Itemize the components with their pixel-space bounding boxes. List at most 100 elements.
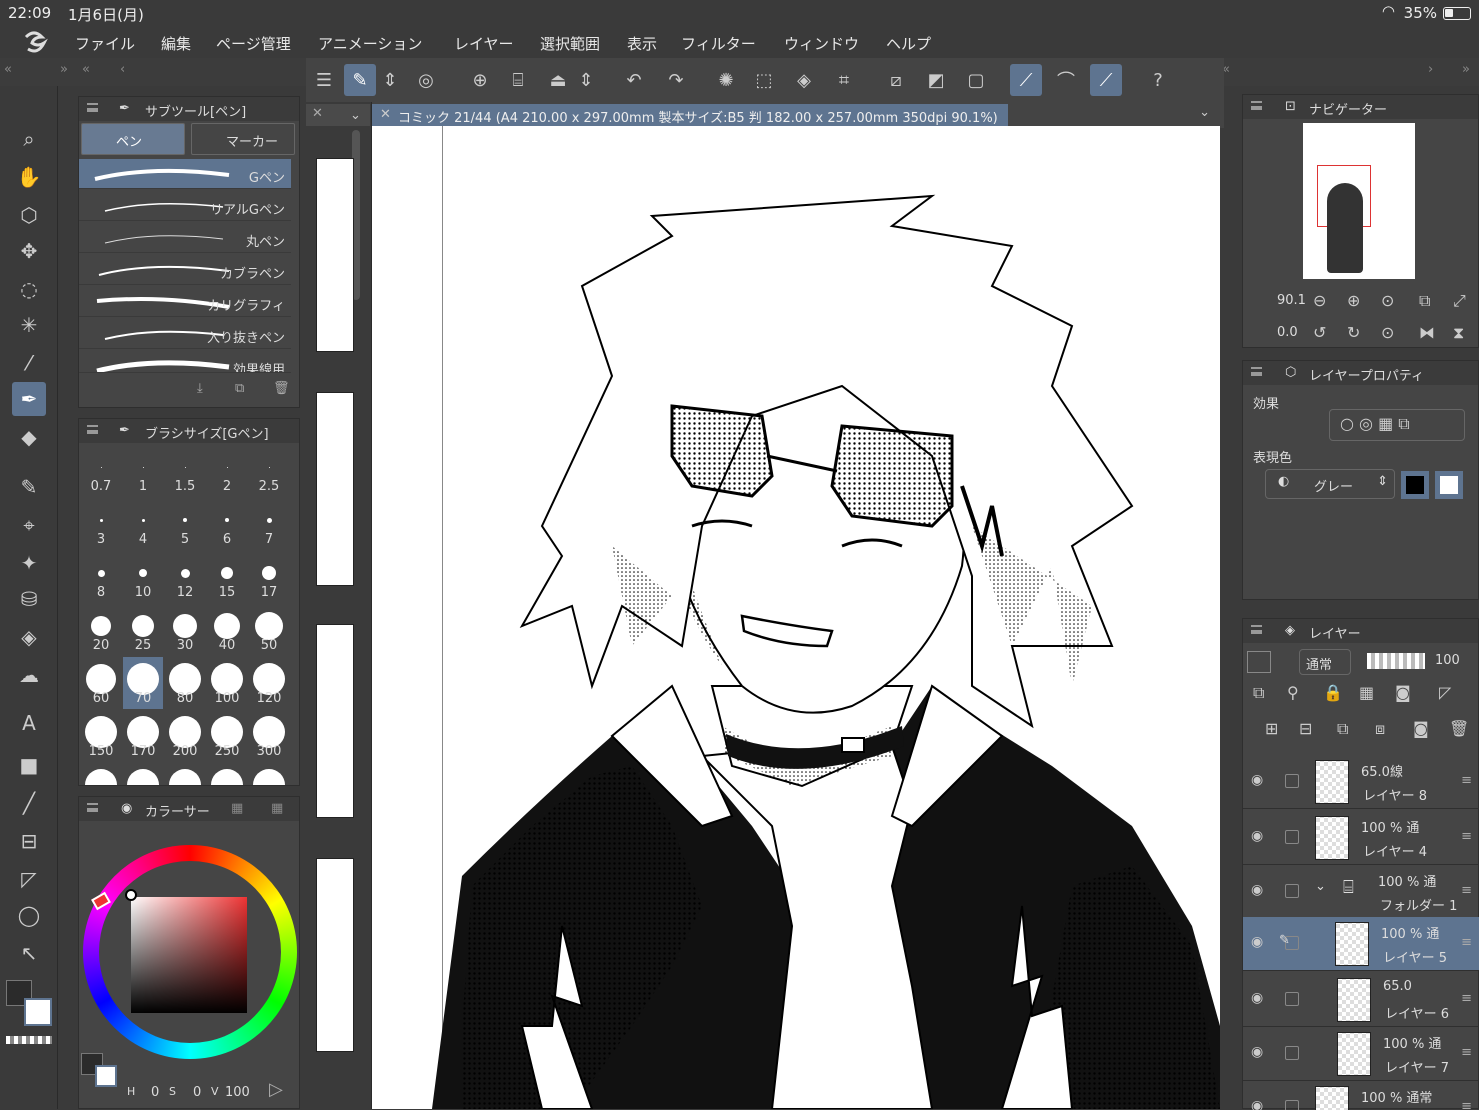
brush-size-item[interactable]: 1 [123,445,163,497]
lock-transparency-icon[interactable]: ▦ [1359,683,1374,702]
new-layer-icon[interactable]: ⊞ [1265,719,1278,738]
mask-add-icon[interactable]: ◙ [1413,719,1429,738]
brush-item[interactable]: 効果線用 [79,351,291,373]
brush-size-item[interactable]: 0.7 [81,445,121,497]
visibility-eye-icon[interactable]: ◉ [1251,1044,1263,1060]
expression-color-select[interactable]: ◐ グレー ⇕ [1265,469,1395,499]
menu-layer[interactable]: レイヤー [454,33,514,54]
gradient-tool-icon[interactable]: ■ [12,748,46,782]
visibility-eye-icon[interactable]: ◉ [1251,934,1263,950]
swirl-icon[interactable]: ◎ [410,64,442,96]
hand-tool-icon[interactable]: ✋ [12,160,46,194]
brush-size-item[interactable] [123,763,163,785]
new-folder-icon[interactable]: ⊟ [1299,719,1312,738]
brush-size-item[interactable]: 8 [81,551,121,603]
grip-icon[interactable] [87,803,98,812]
layer-menu-icon[interactable]: ≡ [1461,935,1472,950]
clear-icon[interactable]: ⧄ [880,64,912,96]
page-thumb[interactable] [316,158,354,352]
border-icon[interactable]: ▢ [960,64,992,96]
visibility-eye-icon[interactable]: ◉ [1251,1098,1263,1110]
lasso-tool-icon[interactable]: ◌ [12,272,46,306]
frame-tool-icon[interactable]: ⊟ [12,824,46,858]
sub-color-swatch[interactable] [24,998,52,1026]
hamburger-menu-icon[interactable]: ☰ [308,64,340,96]
black-color-button[interactable] [1401,471,1429,499]
fill-tool-icon[interactable]: ◈ [12,620,46,654]
mask-icon[interactable]: ◙ [1395,683,1411,702]
saturation-value-square[interactable] [131,897,247,1013]
chevron-down-icon[interactable]: ⌄ [350,108,361,123]
move-tool-icon[interactable]: ✥ [12,234,46,268]
eraser-icon[interactable]: ◆ [12,420,46,454]
layer-menu-icon[interactable]: ≡ [1461,991,1472,1006]
open-folder-icon[interactable]: ⌸ [502,64,534,96]
page-thumb[interactable] [316,858,354,1052]
brush-size-item[interactable]: 30 [165,604,205,656]
menu-filter[interactable]: フィルター [681,33,756,54]
layer-color-icon[interactable] [1247,651,1271,673]
flip-horizontal-icon[interactable]: ⧓ [1419,323,1435,342]
chevron-down-icon[interactable]: ⌄ [1199,105,1210,120]
color-set-tab-icon[interactable]: ▦ [231,801,243,816]
save-icon[interactable]: ⏏ [542,64,574,96]
navigator-preview[interactable] [1303,123,1415,279]
brush-size-item[interactable]: 40 [207,604,247,656]
brush-item[interactable]: カブラペン [79,255,291,285]
chevron-down-icon[interactable]: ⌄ [1315,879,1326,894]
blend-icon[interactable]: ⛁ [12,582,46,616]
zoom-out-icon[interactable]: ⊖ [1313,291,1326,310]
loading-icon[interactable]: ✺ [710,64,742,96]
lock-icon[interactable]: 🔒 [1323,683,1343,702]
play-icon[interactable]: ▷ [269,1079,283,1100]
balloon-tool-icon[interactable]: ◯ [12,898,46,932]
chevron-left-icon[interactable]: ‹ [120,62,125,77]
sub-color-mini[interactable] [95,1065,117,1087]
zoom-in-icon[interactable]: ⊕ [1347,291,1360,310]
brush-size-item[interactable]: 12 [165,551,205,603]
brush-size-item[interactable]: 15 [207,551,247,603]
close-doc-icon[interactable]: ✕ [380,107,391,122]
app-logo-icon[interactable] [20,29,48,55]
eyedropper-icon[interactable]: ⁄ [12,346,46,380]
brush-size-item[interactable]: 20 [81,604,121,656]
collapse-icon[interactable]: « [82,62,90,77]
delete-layer-icon[interactable]: 🗑 [1449,719,1469,738]
layer-folder-row[interactable]: ◉ ⌄ ⌸ 100 % 通フォルダー 1 ≡ [1243,865,1479,919]
expand-right-icon[interactable]: » [1462,62,1470,77]
color-history-tab-icon[interactable]: ▦ [271,801,283,816]
help-icon[interactable]: ? [1142,64,1174,96]
brush-icon[interactable]: ⌒ [1050,64,1082,96]
menu-animation[interactable]: アニメーション [318,33,422,54]
fill-icon[interactable]: ◈ [788,64,820,96]
brush-size-item[interactable]: 7 [249,498,289,550]
brush-size-item[interactable]: 2 [207,445,247,497]
brush-item[interactable]: リアルGペン [79,191,291,221]
perspective-snap-icon[interactable]: ⟋ [1090,64,1122,96]
duplicate-icon[interactable]: ⧉ [235,381,244,396]
fit-icon[interactable]: ⊙ [1381,291,1394,310]
new-page-icon[interactable]: ⊕ [464,64,496,96]
line-tool-icon[interactable]: ╱ [12,786,46,820]
brush-size-item[interactable]: 70 [123,657,163,709]
brush-size-item[interactable]: 150 [81,710,121,762]
grip-icon[interactable] [1251,625,1262,634]
brush-size-item[interactable]: 5 [165,498,205,550]
brush-size-item[interactable]: 25 [123,604,163,656]
brush-size-item[interactable]: 200 [165,710,205,762]
transform-icon[interactable]: ⌗ [828,64,860,96]
layer-row[interactable]: ◉ 65.0線 レイヤー 8 ≡ [1243,755,1479,809]
redo-icon[interactable]: ↷ [660,64,692,96]
drawing-canvas[interactable] [372,126,1220,1109]
visibility-eye-icon[interactable]: ◉ [1251,882,1263,898]
layer-menu-icon[interactable]: ≡ [1461,1099,1472,1110]
layer-row[interactable]: ◉ 100 % 通レイヤー 7 ≡ [1243,1027,1479,1081]
brush-size-item[interactable]: 250 [207,710,247,762]
brush-item[interactable]: Gペン [79,159,291,189]
gradient-ink-icon[interactable]: ☁ [12,658,46,692]
zoom-tool-icon[interactable]: ⌕ [12,122,46,156]
layer-checkbox[interactable] [1285,830,1299,844]
brush-size-item[interactable]: 4 [123,498,163,550]
layer-row[interactable]: ◉ 65.0 レイヤー 6 ≡ [1243,973,1479,1027]
rotate-left-icon[interactable]: ↺ [1313,323,1326,342]
